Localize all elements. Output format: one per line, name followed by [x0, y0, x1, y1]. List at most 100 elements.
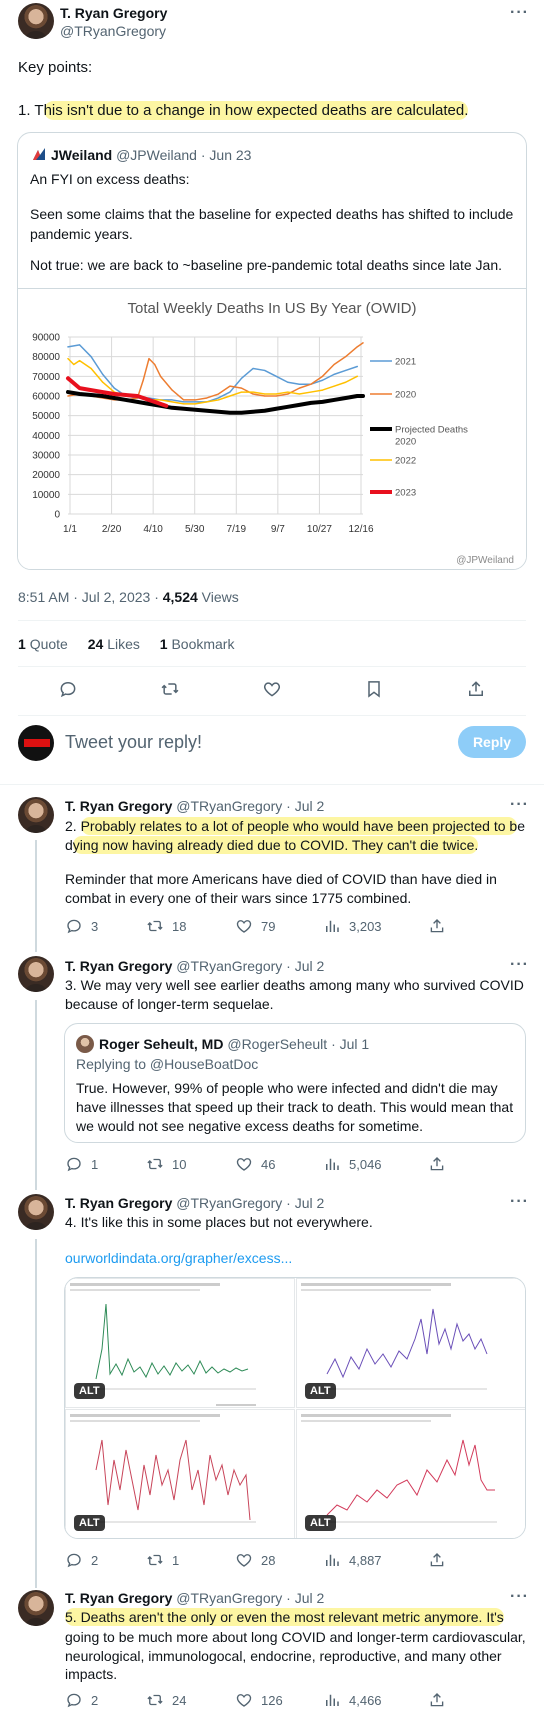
chart-y-tick-label: 70000 [32, 372, 60, 383]
reply-4-share[interactable] [428, 1551, 446, 1569]
reply-4-image-4[interactable]: ALT [296, 1409, 525, 1538]
chart-data-point [113, 397, 115, 399]
chart-data-point [264, 395, 266, 397]
main-action-bookmark[interactable] [364, 679, 384, 704]
reply-2-retweet[interactable]: 18 [146, 917, 186, 935]
reply-2-handle[interactable]: @TRyanGregory · Jul 2 [176, 798, 324, 814]
chart-data-point [240, 391, 243, 393]
likes-stat[interactable]: 24 Likes [88, 636, 140, 652]
quoted-tweet[interactable]: JWeiland @JPWeiland · Jun 23 An FYI on e… [17, 132, 527, 570]
reply-4-link[interactable]: ourworldindata.org/grapher/excess... [65, 1250, 292, 1266]
reply-5-author[interactable]: T. Ryan Gregory [65, 1590, 172, 1606]
chart-data-point [194, 399, 196, 401]
reply-3-author[interactable]: T. Ryan Gregory [65, 958, 172, 974]
reply-2-more-icon[interactable]: ··· [510, 796, 529, 814]
reply-3-more-icon[interactable]: ··· [510, 956, 529, 974]
reply-5-more-icon[interactable]: ··· [510, 1588, 529, 1606]
main-action-retweet[interactable] [160, 679, 180, 704]
bookmark-stat-count: 1 [159, 636, 168, 652]
chart-data-point [78, 360, 81, 362]
reply-2-like[interactable]: 79 [235, 917, 275, 935]
reply-4-author[interactable]: T. Ryan Gregory [65, 1195, 172, 1211]
chart-data-point [171, 399, 173, 401]
reply-5-views[interactable]: 4,466 [323, 1691, 382, 1709]
main-action-like[interactable] [262, 679, 282, 704]
heart-icon [236, 920, 252, 933]
reply-4-like[interactable]: 28 [235, 1551, 275, 1569]
chart-data-point [90, 356, 92, 358]
reply-4-image-1-alt[interactable]: ALT [74, 1383, 105, 1399]
reply-2-l1b: e [517, 818, 525, 834]
reply-2-avatar[interactable] [18, 797, 54, 833]
reply-3-share[interactable] [428, 1155, 446, 1173]
chart-data-point [333, 399, 335, 401]
chart-x-tick-label: 7/19 [227, 524, 247, 535]
reply-4-retweet[interactable]: 1 [146, 1551, 179, 1569]
author-name[interactable]: T. Ryan Gregory [60, 5, 167, 21]
chart-data-point [345, 397, 347, 399]
author-avatar[interactable] [18, 3, 54, 39]
chart-legend-label: 2023 [395, 488, 416, 499]
reply-3-retweet[interactable]: 10 [146, 1155, 186, 1173]
reply-3-handle[interactable]: @TRyanGregory · Jul 2 [176, 958, 324, 974]
reply-4-image-grid[interactable]: ALT ALT ALT ALT [64, 1277, 526, 1539]
tweet-timestamp[interactable]: 8:51 AM · Jul 2, 2023 · 4,524 Views [18, 589, 239, 605]
heart-icon [236, 1694, 252, 1707]
chart-data-point [321, 401, 324, 403]
quote-header: JWeiland @JPWeiland · Jun 23 [51, 147, 251, 163]
reply-5-like[interactable]: 126 [235, 1691, 283, 1709]
main-action-share[interactable] [466, 679, 486, 704]
reply-input[interactable]: Tweet your reply! [65, 732, 202, 753]
chart-panel[interactable]: Total Weekly Deaths In US By Year (OWID)… [18, 288, 526, 569]
reply-5-comment[interactable]: 2 [65, 1691, 98, 1709]
author-handle[interactable]: @TRyanGregory [60, 23, 166, 39]
chart-data-point [67, 358, 69, 360]
reply-2-author[interactable]: T. Ryan Gregory [65, 798, 172, 814]
reply-3-comment[interactable]: 1 [65, 1155, 98, 1173]
reply-2-l1-highlight: Probably relates to a lot of people who … [80, 817, 518, 835]
reply-5-retweet[interactable]: 24 [146, 1691, 186, 1709]
more-options-icon[interactable]: ··· [510, 4, 529, 22]
reply-2-text-line-1: 2. Probably relates to a lot of people w… [65, 817, 525, 835]
reply-5-handle[interactable]: @TRyanGregory · Jul 2 [176, 1590, 324, 1606]
chart-y-tick-label: 20000 [32, 470, 60, 481]
bookmark-stat[interactable]: 1 Bookmark [160, 636, 235, 652]
reply-3-views[interactable]: 5,046 [323, 1155, 382, 1173]
chart-data-point [171, 389, 173, 391]
reply-2-views[interactable]: 3,203 [323, 917, 382, 935]
chart-data-point [148, 399, 150, 401]
reply-button[interactable]: Reply [458, 726, 526, 758]
chart-data-point [217, 399, 219, 401]
reply-5-share[interactable] [428, 1691, 446, 1709]
reply-2-l2a: d [65, 837, 73, 853]
reply-3-avatar[interactable] [18, 956, 54, 992]
reply-2-l1a: 2. [65, 818, 81, 834]
reply-5-avatar[interactable] [18, 1590, 54, 1626]
chart-data-point [275, 375, 277, 377]
reply-4-handle[interactable]: @TRyanGregory · Jul 2 [176, 1195, 324, 1211]
main-action-reply[interactable] [58, 679, 78, 704]
reply-2-share[interactable] [428, 917, 446, 935]
quote-stat[interactable]: 1 Quote [18, 636, 68, 652]
chart-data-point [321, 375, 324, 377]
reply-2-comment[interactable]: 3 [65, 917, 98, 935]
reply-4-avatar[interactable] [18, 1194, 54, 1230]
reply-3-quoted-tweet[interactable]: Roger Seheult, MD @RogerSeheult · Jul 1 … [64, 1023, 526, 1143]
chart-data-point [240, 377, 243, 379]
chart-title: Total Weekly Deaths In US By Year (OWID) [128, 300, 417, 317]
retweet-icon [161, 683, 179, 695]
reply-4-image-1[interactable]: ALT [65, 1278, 295, 1408]
chart-data-point [159, 375, 162, 377]
reply-4-more-icon[interactable]: ··· [510, 1193, 529, 1211]
reply-4-image-3-alt[interactable]: ALT [74, 1515, 105, 1531]
chart-y-tick-label: 40000 [32, 431, 60, 442]
reply-4-views[interactable]: 4,887 [323, 1551, 382, 1569]
chart-data-point [362, 342, 364, 344]
reply-4-image-2[interactable]: ALT [296, 1278, 525, 1408]
chart-data-point [356, 365, 358, 368]
reply-4-image-4-alt[interactable]: ALT [305, 1515, 336, 1531]
reply-4-comment[interactable]: 2 [65, 1551, 98, 1569]
reply-3-like[interactable]: 46 [235, 1155, 275, 1173]
reply-4-image-2-alt[interactable]: ALT [305, 1383, 336, 1399]
reply-4-image-3[interactable]: ALT [65, 1409, 295, 1538]
